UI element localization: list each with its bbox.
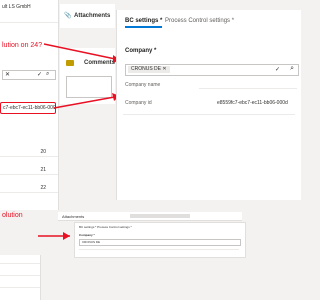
mini-left-panel: [0, 255, 41, 300]
mini-attachments-bar: Attachments: [58, 212, 242, 221]
company-pill: CRONUS DE ✕: [128, 66, 170, 73]
divider: [0, 263, 40, 264]
mini-company-label: Company *: [79, 233, 95, 237]
divider: [0, 275, 40, 276]
mini-company-value: CRONUS DE: [82, 240, 101, 244]
company-id-value: e8559fc7-ebc7-ec11-bb06-000d: [217, 100, 288, 106]
mini-company-lookup[interactable]: CRONUS DE: [79, 239, 241, 246]
settings-section: [123, 114, 295, 201]
close-icon[interactable]: ✕: [162, 66, 166, 72]
tab-bc-settings[interactable]: BC settings *: [125, 18, 163, 28]
mini-tab-strip: [130, 214, 190, 218]
checkmark-icon[interactable]: ✓: [275, 66, 280, 73]
settings-panel: BC settings * Process Control settings *…: [116, 10, 301, 200]
divider: [0, 287, 40, 288]
divider: [79, 249, 239, 250]
company-name-label: Company name: [125, 82, 161, 88]
company-lookup[interactable]: CRONUS DE ✕ ✓ ⌕: [125, 64, 299, 76]
company-value: CRONUS DE: [131, 66, 162, 72]
tab-process-control-settings[interactable]: Process Control settings *: [165, 18, 234, 24]
company-label: Company *: [125, 48, 157, 54]
arrow-icon: [43, 43, 121, 61]
blank-area: [250, 230, 300, 300]
company-name-field[interactable]: [199, 80, 297, 89]
arrow-head: [63, 232, 70, 240]
mini-header: BC settings * Process Control settings *: [79, 225, 132, 229]
company-id-label: Company id: [125, 100, 152, 106]
mini-settings-panel: BC settings * Process Control settings *…: [74, 222, 246, 258]
search-icon[interactable]: ⌕: [290, 65, 294, 73]
mini-attachments-title: Attachments: [62, 214, 85, 219]
arrow-icon: [53, 95, 121, 109]
